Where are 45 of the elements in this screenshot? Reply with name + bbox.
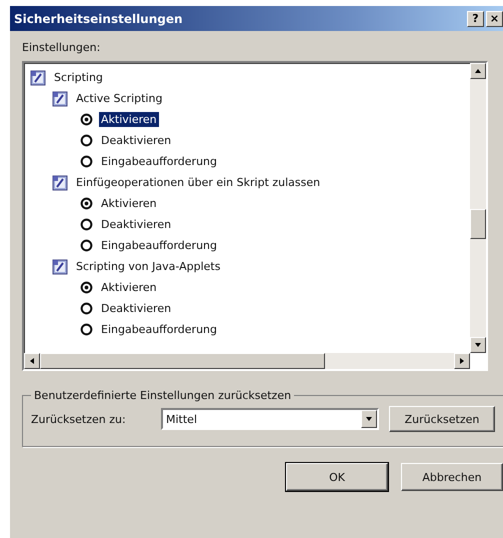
scroll-thumb[interactable]: [40, 353, 325, 369]
radio-button[interactable]: [80, 239, 93, 252]
window-title: Sicherheitseinstellungen: [14, 12, 183, 26]
radio-button[interactable]: [80, 302, 93, 315]
reset-label: Zurücksetzen zu:: [31, 412, 127, 426]
scroll-right-icon[interactable]: [458, 357, 466, 365]
level-dropdown[interactable]: Mittel: [161, 408, 379, 430]
vertical-scrollbar[interactable]: [470, 63, 486, 353]
help-button[interactable]: ?: [467, 10, 484, 26]
scroll-thumb[interactable]: [470, 209, 486, 239]
radio-button[interactable]: [80, 323, 93, 336]
cancel-button[interactable]: Abbrechen: [401, 463, 503, 491]
tree-item[interactable]: Einfügeoperationen über ein Skript zulassen: [74, 175, 322, 190]
script-icon: [52, 174, 68, 190]
radio-button[interactable]: [80, 281, 93, 294]
radio-button[interactable]: [80, 134, 93, 147]
group-legend: Benutzerdefinierte Einstellungen zurücksetzen: [31, 389, 294, 402]
tree-item[interactable]: Scripting von Java-Applets: [74, 259, 222, 274]
reset-button[interactable]: Zurücksetzen: [389, 406, 495, 432]
option-label[interactable]: Eingabeaufforderung: [99, 238, 219, 253]
scroll-left-icon[interactable]: [28, 357, 36, 365]
dropdown-arrow-icon[interactable]: [365, 415, 373, 423]
option-label[interactable]: Deaktivieren: [99, 217, 174, 232]
scroll-down-icon[interactable]: [474, 341, 482, 349]
script-icon: [30, 70, 46, 86]
tree-item[interactable]: Scripting: [52, 70, 105, 85]
horizontal-scrollbar[interactable]: [24, 353, 470, 369]
radio-button[interactable]: [80, 218, 93, 231]
radio-button[interactable]: [80, 155, 93, 168]
settings-label: Einstellungen:: [22, 41, 102, 54]
option-label[interactable]: Eingabeaufforderung: [99, 322, 219, 337]
option-label[interactable]: Aktivieren: [99, 112, 159, 127]
script-icon: [52, 258, 68, 274]
close-button[interactable]: ×: [486, 10, 503, 26]
option-label[interactable]: Deaktivieren: [99, 133, 174, 148]
tree-item[interactable]: Active Scripting: [74, 91, 164, 106]
script-icon: [52, 90, 68, 106]
radio-button[interactable]: [80, 113, 93, 126]
option-label[interactable]: Eingabeaufforderung: [99, 154, 219, 169]
option-label[interactable]: Aktivieren: [99, 196, 159, 211]
ok-button[interactable]: OK: [286, 463, 388, 491]
option-label[interactable]: Deaktivieren: [99, 301, 174, 316]
scroll-up-icon[interactable]: [474, 67, 482, 75]
option-label[interactable]: Aktivieren: [99, 280, 159, 295]
radio-button[interactable]: [80, 197, 93, 210]
